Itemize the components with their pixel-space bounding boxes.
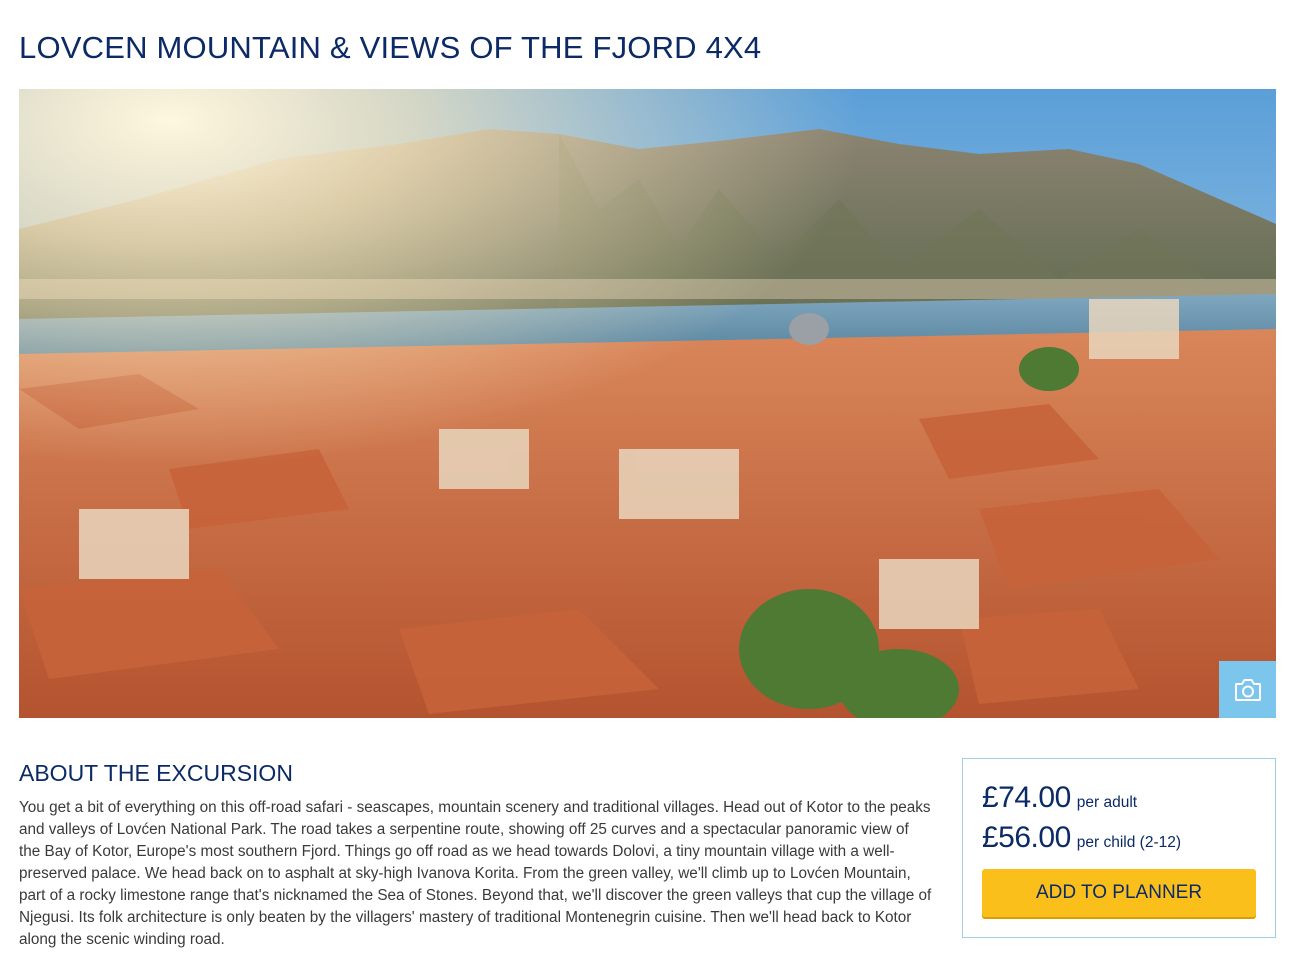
page-title: LOVCEN MOUNTAIN & VIEWS OF THE FJORD 4X4 <box>19 30 762 65</box>
child-price: £56.00 <box>982 821 1071 854</box>
camera-icon <box>1234 678 1261 701</box>
adult-price-row: £74.00 per adult <box>982 781 1137 815</box>
hero-image <box>19 89 1276 718</box>
add-to-planner-button[interactable]: ADD TO PLANNER <box>982 869 1256 917</box>
adult-price-label: per adult <box>1076 794 1138 811</box>
price-box: £74.00 per adult £56.00 per child (2-12)… <box>962 758 1276 938</box>
about-heading: ABOUT THE EXCURSION <box>19 760 293 786</box>
adult-price: £74.00 <box>982 781 1071 814</box>
child-price-label: per child (2-12) <box>1076 834 1182 851</box>
gallery-button[interactable] <box>1219 661 1276 718</box>
child-price-row: £56.00 per child (2-12) <box>982 821 1181 855</box>
about-description: You get a bit of everything on this off-… <box>19 799 932 948</box>
